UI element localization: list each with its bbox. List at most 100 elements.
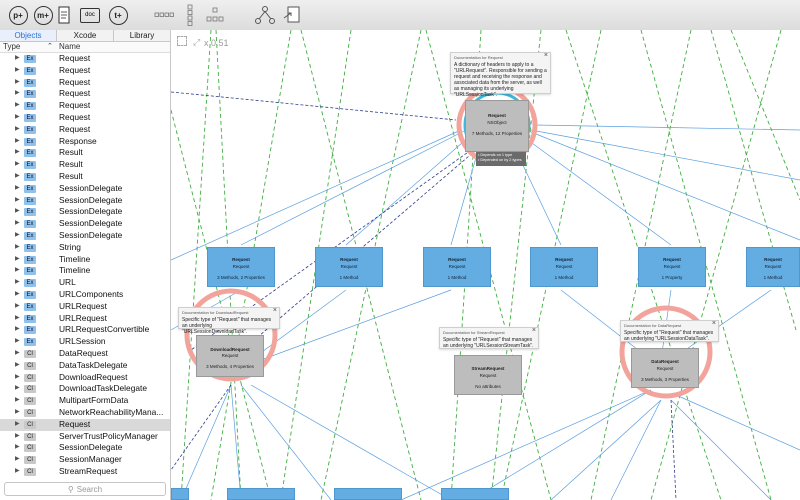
list-item[interactable]: ▶ Ex URL: [0, 277, 170, 289]
tab-library[interactable]: Library: [114, 30, 170, 41]
column-type[interactable]: Type: [3, 42, 20, 51]
disclosure-triangle-icon[interactable]: ▶: [15, 313, 20, 325]
list-item[interactable]: ▶ Ex URLRequestConvertible: [0, 324, 170, 336]
close-icon[interactable]: ×: [532, 327, 536, 334]
request-node-6[interactable]: Request Request 1 Method: [746, 247, 800, 287]
disclosure-triangle-icon[interactable]: ▶: [15, 254, 20, 266]
stream-request-node[interactable]: StreamRequest Request No attributes: [454, 355, 522, 395]
list-item[interactable]: ▶ Ex URLComponents: [0, 289, 170, 301]
disclosure-triangle-icon[interactable]: ▶: [15, 100, 20, 112]
list-item[interactable]: ▶ Cl DownloadTaskDelegate: [0, 383, 170, 395]
disclosure-triangle-icon[interactable]: ▶: [15, 183, 20, 195]
list-item[interactable]: ▶ Cl DataRequest: [0, 348, 170, 360]
layout-horizontal-icon[interactable]: [153, 4, 177, 26]
list-item[interactable]: ▶ Ex SessionDelegate: [0, 230, 170, 242]
tab-xcode[interactable]: Xcode: [57, 30, 114, 41]
zoom-icon[interactable]: ⤢: [193, 37, 200, 48]
list-item[interactable]: ▶ Ex URLRequest: [0, 301, 170, 313]
layout-tree-icon[interactable]: [204, 4, 226, 26]
list-item[interactable]: ▶ Cl DataTaskDelegate: [0, 360, 170, 372]
list-item[interactable]: ▶ Ex Timeline: [0, 254, 170, 266]
list-item[interactable]: ▶ Cl SessionDelegate: [0, 442, 170, 454]
disclosure-triangle-icon[interactable]: ▶: [15, 147, 20, 159]
column-name[interactable]: Name: [59, 42, 80, 51]
list-item[interactable]: ▶ Ex Result: [0, 147, 170, 159]
disclosure-triangle-icon[interactable]: ▶: [15, 348, 20, 360]
disclosure-triangle-icon[interactable]: ▶: [15, 124, 20, 136]
partial-node-1[interactable]: [171, 488, 189, 500]
list-item[interactable]: ▶ Cl Request: [0, 418, 170, 431]
close-icon[interactable]: ×: [712, 320, 716, 327]
main-node[interactable]: Request NSObject 7 Methods, 12 Propertie…: [465, 100, 529, 152]
disclosure-triangle-icon[interactable]: ▶: [15, 159, 20, 171]
close-icon[interactable]: ×: [273, 307, 277, 314]
list-item[interactable]: ▶ Ex SessionDelegate: [0, 183, 170, 195]
tab-objects[interactable]: Objects: [0, 30, 57, 41]
disclosure-triangle-icon[interactable]: ▶: [15, 136, 20, 148]
partial-node-3[interactable]: [334, 488, 402, 500]
diagram-canvas[interactable]: ⤢ x 0.51 Documentation for Request A dic…: [171, 30, 800, 500]
documentation-button[interactable]: doc: [78, 4, 102, 26]
list-item[interactable]: ▶ Ex Result: [0, 159, 170, 171]
list-item[interactable]: ▶ Ex Request: [0, 124, 170, 136]
disclosure-triangle-icon[interactable]: ▶: [15, 53, 20, 65]
disclosure-triangle-icon[interactable]: ▶: [15, 265, 20, 277]
list-item[interactable]: ▶ Cl StreamRequest: [0, 466, 170, 478]
disclosure-triangle-icon[interactable]: ▶: [15, 324, 20, 336]
disclosure-triangle-icon[interactable]: ▶: [15, 431, 20, 443]
disclosure-triangle-icon[interactable]: ▶: [15, 195, 20, 207]
disclosure-triangle-icon[interactable]: ▶: [15, 65, 20, 77]
list-item[interactable]: ▶ Cl SessionManager: [0, 454, 170, 466]
disclosure-triangle-icon[interactable]: ▶: [15, 442, 20, 454]
disclosure-triangle-icon[interactable]: ▶: [15, 419, 20, 431]
fit-icon[interactable]: [177, 36, 187, 46]
partial-node-2[interactable]: [227, 488, 295, 500]
disclosure-triangle-icon[interactable]: ▶: [15, 218, 20, 230]
list-item[interactable]: ▶ Cl NetworkReachabilityMana...: [0, 407, 170, 419]
partial-node-4[interactable]: [441, 488, 509, 500]
list-item[interactable]: ▶ Ex SessionDelegate: [0, 195, 170, 207]
disclosure-triangle-icon[interactable]: ▶: [15, 88, 20, 100]
disclosure-triangle-icon[interactable]: ▶: [15, 112, 20, 124]
add-type-button[interactable]: t+: [106, 4, 130, 26]
document-icon[interactable]: [57, 4, 71, 26]
request-node-2[interactable]: Request Request 1 Method: [315, 247, 383, 287]
disclosure-triangle-icon[interactable]: ▶: [15, 289, 20, 301]
list-item[interactable]: ▶ Ex Request: [0, 65, 170, 77]
list-item[interactable]: ▶ Ex SessionDelegate: [0, 218, 170, 230]
disclosure-triangle-icon[interactable]: ▶: [15, 171, 20, 183]
disclosure-triangle-icon[interactable]: ▶: [15, 336, 20, 348]
add-method-button[interactable]: m+: [30, 4, 56, 26]
disclosure-triangle-icon[interactable]: ▶: [15, 77, 20, 89]
list-item[interactable]: ▶ Ex Request: [0, 77, 170, 89]
data-request-node[interactable]: DataRequest Request 3 Methods, 3 Propert…: [631, 348, 699, 388]
list-item[interactable]: ▶ Ex Response: [0, 136, 170, 148]
search-field[interactable]: ⚲ Search: [4, 482, 166, 496]
layout-vertical-icon[interactable]: [183, 4, 197, 26]
list-item[interactable]: ▶ Ex Timeline: [0, 265, 170, 277]
list-item[interactable]: ▶ Ex URLRequest: [0, 313, 170, 325]
disclosure-triangle-icon[interactable]: ▶: [15, 230, 20, 242]
disclosure-triangle-icon[interactable]: ▶: [15, 407, 20, 419]
list-item[interactable]: ▶ Ex Result: [0, 171, 170, 183]
close-icon[interactable]: ×: [544, 52, 548, 59]
disclosure-triangle-icon[interactable]: ▶: [15, 395, 20, 407]
disclosure-triangle-icon[interactable]: ▶: [15, 454, 20, 466]
request-node-4[interactable]: Request Request 1 Method: [530, 247, 598, 287]
hierarchy-icon[interactable]: [254, 4, 276, 26]
list-item[interactable]: ▶ Ex SessionDelegate: [0, 206, 170, 218]
list-item[interactable]: ▶ Ex String: [0, 242, 170, 254]
download-request-node[interactable]: DownloadRequest Request 3 Methods, 4 Pro…: [196, 335, 264, 377]
list-item[interactable]: ▶ Cl DownloadRequest: [0, 372, 170, 384]
request-node-1[interactable]: Request Request 3 Methods, 2 Properties: [207, 247, 275, 287]
list-item[interactable]: ▶ Ex Request: [0, 112, 170, 124]
add-property-button[interactable]: p+: [6, 4, 30, 26]
list-item[interactable]: ▶ Ex URLSession: [0, 336, 170, 348]
disclosure-triangle-icon[interactable]: ▶: [15, 372, 20, 384]
disclosure-triangle-icon[interactable]: ▶: [15, 360, 20, 372]
disclosure-triangle-icon[interactable]: ▶: [15, 301, 20, 313]
disclosure-triangle-icon[interactable]: ▶: [15, 277, 20, 289]
request-node-3[interactable]: Request Request 1 Method: [423, 247, 491, 287]
request-node-5[interactable]: Request Request 1 Property: [638, 247, 706, 287]
disclosure-triangle-icon[interactable]: ▶: [15, 206, 20, 218]
